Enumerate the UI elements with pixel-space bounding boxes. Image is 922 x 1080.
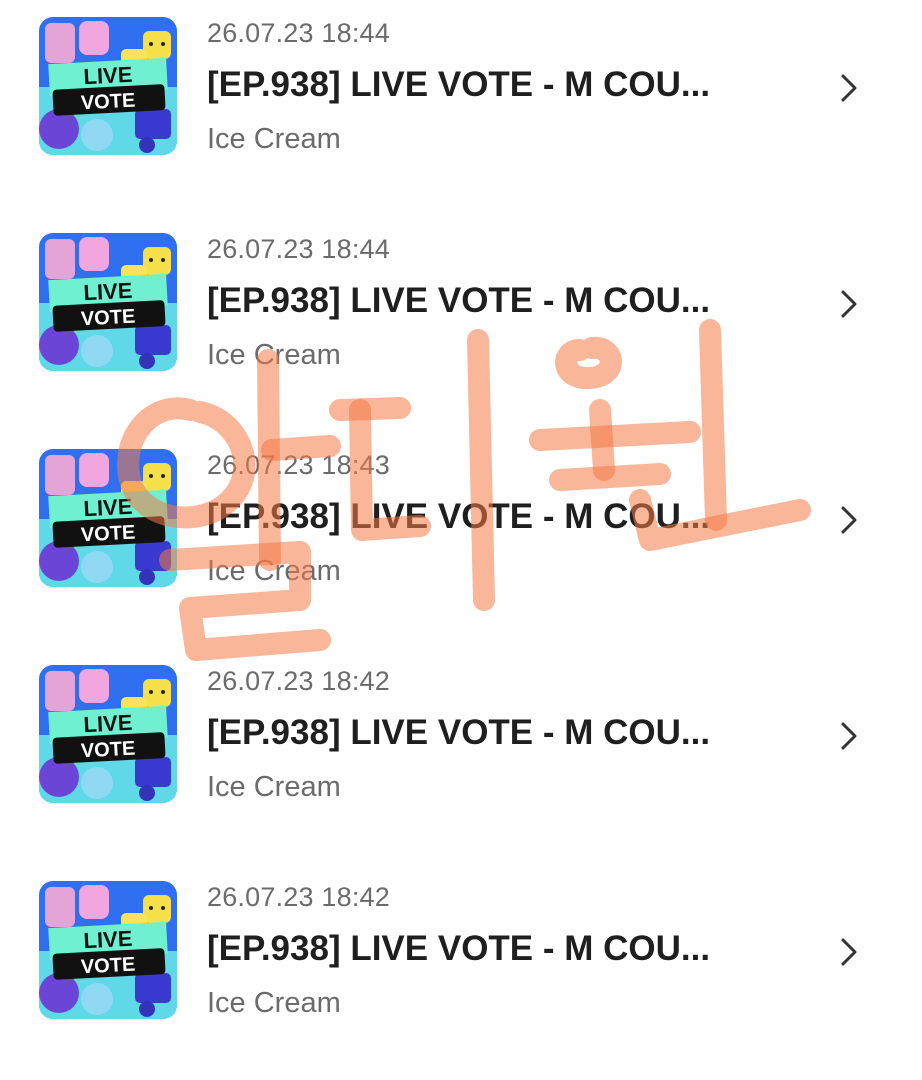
chevron-right-icon[interactable]	[834, 284, 864, 324]
item-title: [EP.938] LIVE VOTE - M COU...	[207, 65, 711, 104]
live-vote-thumbnail: LIVE VOTE	[39, 665, 177, 803]
item-title: [EP.938] LIVE VOTE - M COU...	[207, 713, 711, 752]
thumb-label-live: LIVE	[83, 62, 133, 90]
thumb-label-live: LIVE	[83, 278, 133, 306]
live-vote-thumbnail: LIVE VOTE	[39, 233, 177, 371]
item-timestamp: 26.07.23 18:44	[207, 234, 390, 264]
item-timestamp: 26.07.23 18:42	[207, 882, 390, 912]
item-timestamp: 26.07.23 18:42	[207, 666, 390, 696]
item-subtitle: Ice Cream	[207, 771, 341, 803]
live-vote-thumbnail: LIVE VOTE	[39, 17, 177, 155]
thumb-label-live: LIVE	[83, 926, 133, 954]
item-subtitle: Ice Cream	[207, 339, 341, 371]
chevron-right-icon[interactable]	[834, 716, 864, 756]
list-item[interactable]: LIVE VOTE 26.07.23 18:44 [EP.938] LIVE V…	[0, 0, 922, 216]
list-item[interactable]: LIVE VOTE 26.07.23 18:42 [EP.938] LIVE V…	[0, 864, 922, 1080]
chevron-right-icon[interactable]	[834, 932, 864, 972]
thumb-label-vote: VOTE	[80, 738, 136, 763]
history-list: LIVE VOTE 26.07.23 18:44 [EP.938] LIVE V…	[0, 0, 922, 1064]
item-title: [EP.938] LIVE VOTE - M COU...	[207, 929, 711, 968]
list-item[interactable]: LIVE VOTE 26.07.23 18:43 [EP.938] LIVE V…	[0, 432, 922, 648]
item-timestamp: 26.07.23 18:43	[207, 450, 390, 480]
thumb-label-vote: VOTE	[80, 306, 136, 331]
item-subtitle: Ice Cream	[207, 987, 341, 1019]
live-vote-thumbnail: LIVE VOTE	[39, 449, 177, 587]
chevron-right-icon[interactable]	[834, 500, 864, 540]
item-subtitle: Ice Cream	[207, 555, 341, 587]
item-title: [EP.938] LIVE VOTE - M COU...	[207, 281, 711, 320]
thumb-label-vote: VOTE	[80, 954, 136, 979]
thumb-label-live: LIVE	[83, 494, 133, 522]
thumb-label-vote: VOTE	[80, 90, 136, 115]
item-subtitle: Ice Cream	[207, 123, 341, 155]
list-item[interactable]: LIVE VOTE 26.07.23 18:44 [EP.938] LIVE V…	[0, 216, 922, 432]
chevron-right-icon[interactable]	[834, 68, 864, 108]
item-timestamp: 26.07.23 18:44	[207, 18, 390, 48]
live-vote-thumbnail: LIVE VOTE	[39, 881, 177, 1019]
item-title: [EP.938] LIVE VOTE - M COU...	[207, 497, 711, 536]
list-item[interactable]: LIVE VOTE 26.07.23 18:42 [EP.938] LIVE V…	[0, 648, 922, 864]
thumb-label-live: LIVE	[83, 710, 133, 738]
thumb-label-vote: VOTE	[80, 522, 136, 547]
